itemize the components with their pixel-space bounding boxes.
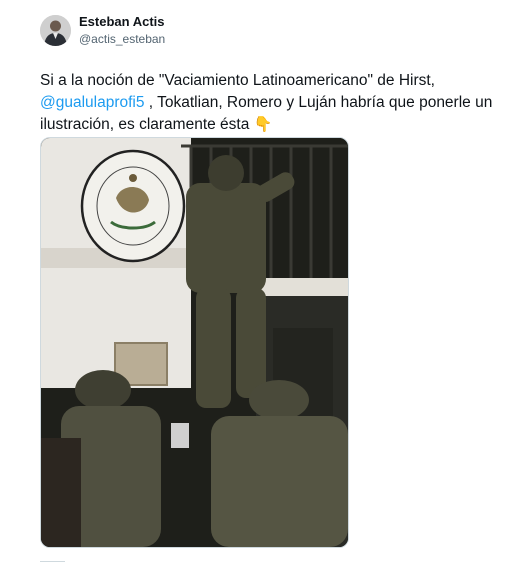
tweet[interactable]: Esteban Actis @actis_esteban Si a la noc… [0, 0, 517, 567]
mention-link[interactable]: @gualulaprofi5 [40, 94, 145, 111]
pointing-down-emoji: 👇 [253, 116, 273, 133]
avatar[interactable] [40, 15, 71, 46]
tweet-text: Si a la noción de "Vaciamiento Latinoame… [40, 70, 500, 136]
photo-illustration [41, 138, 348, 547]
author-name[interactable]: Esteban Actis [79, 14, 165, 29]
divider [40, 561, 65, 562]
tweet-media-photo[interactable] [40, 137, 349, 548]
avatar-image [40, 15, 71, 46]
embassy-seal [80, 149, 186, 263]
tweet-text-part1: Si a la noción de "Vaciamiento Latinoame… [40, 72, 435, 89]
author-handle[interactable]: @actis_esteban [79, 32, 165, 46]
